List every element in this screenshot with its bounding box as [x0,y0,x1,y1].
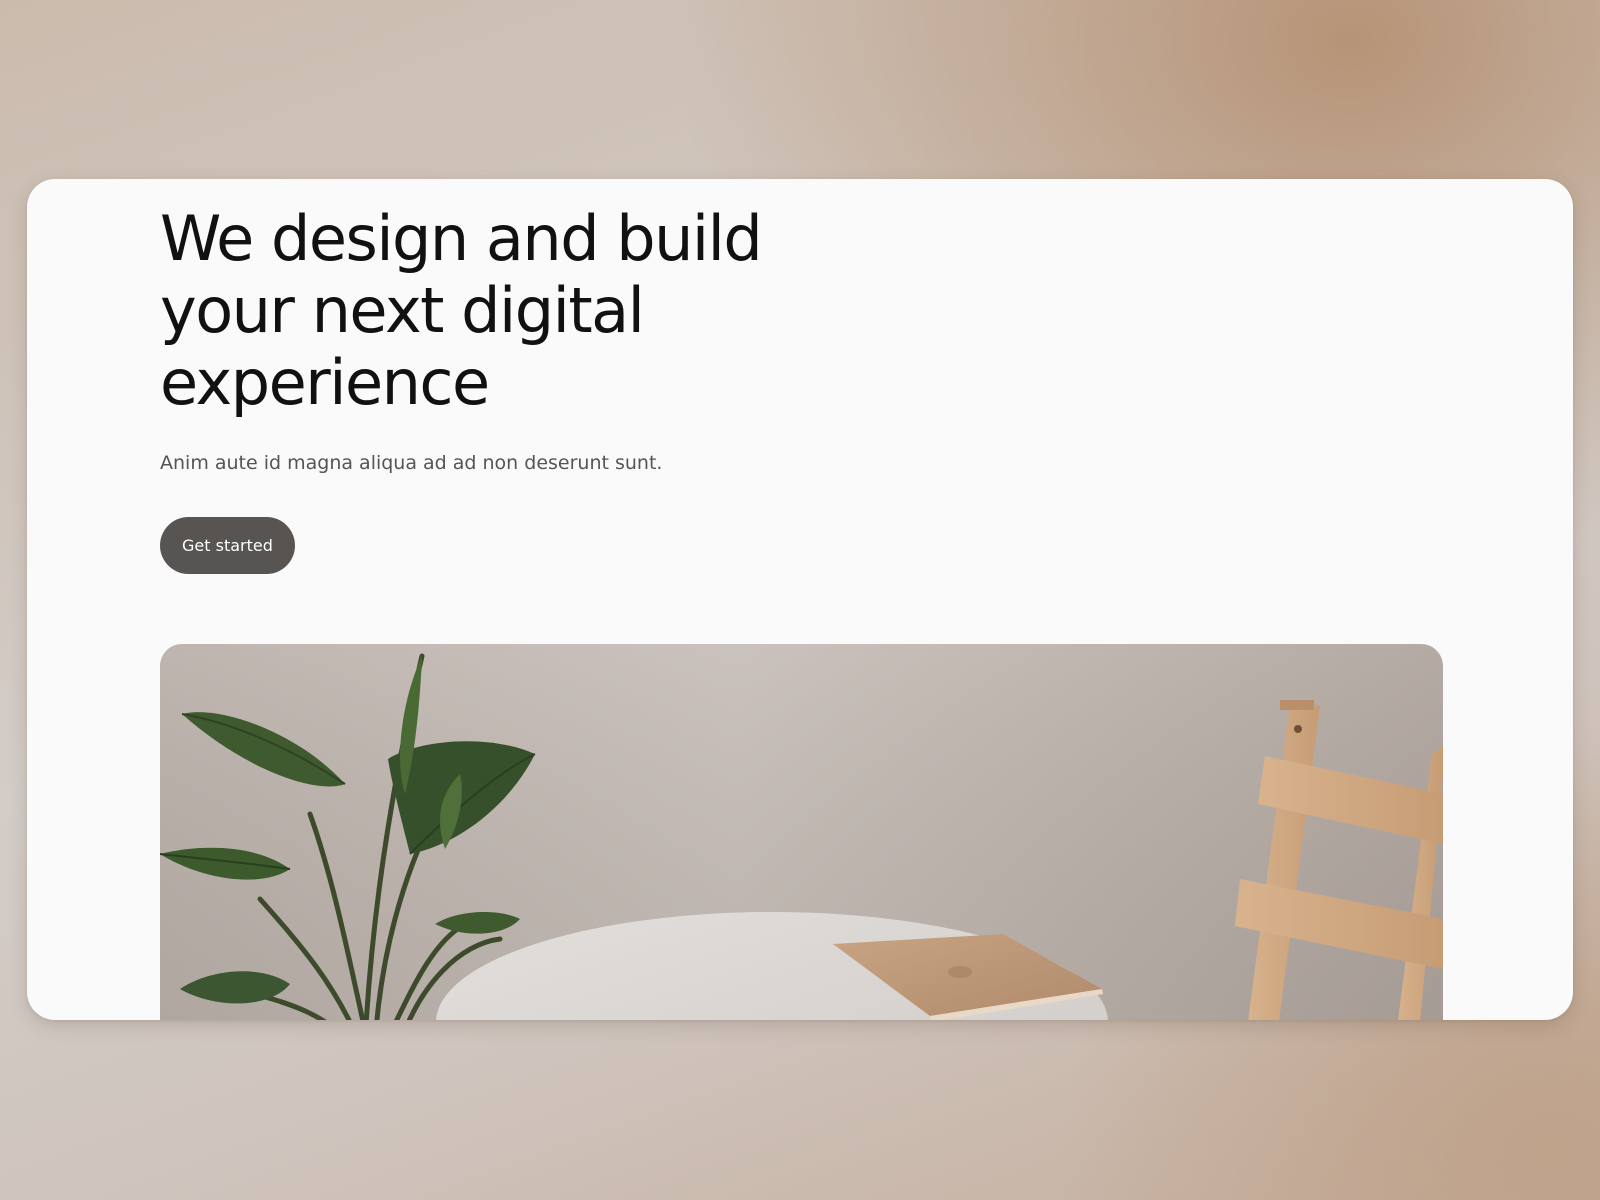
hero-card: We design and build your next digital ex… [27,179,1573,1020]
hero-image [160,644,1443,1020]
hero-title: We design and build your next digital ex… [160,202,763,419]
get-started-button[interactable]: Get started [160,517,295,574]
hero-subtitle: Anim aute id magna aliqua ad ad non dese… [160,452,663,474]
hero-content: We design and build your next digital ex… [160,203,1443,574]
interior-scene-illustration [160,644,1443,1020]
